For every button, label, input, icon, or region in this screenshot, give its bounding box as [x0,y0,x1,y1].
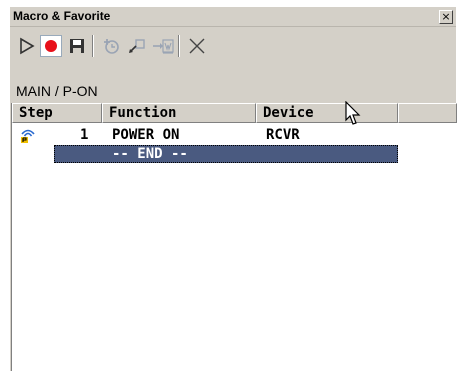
save-icon [70,39,84,53]
mouse-cursor-icon [345,101,361,125]
column-header-step[interactable]: Step [12,103,102,123]
column-header-empty [398,103,457,123]
insert-icon [129,39,145,53]
close-button[interactable]: × [439,10,453,24]
move-icon [153,39,174,54]
remote-signal-icon [20,127,36,148]
table-header: Step Function Device [12,103,457,123]
window-title: Macro & Favorite [13,9,111,23]
delete-icon [189,38,205,54]
record-icon [45,40,57,52]
delete-button[interactable] [186,35,208,57]
record-button[interactable] [40,35,62,57]
toolbar [10,27,456,63]
toolbar-separator [92,35,94,57]
step-number: 1 [80,127,89,143]
toolbar-separator [178,35,180,57]
macro-path: MAIN / P-ON [16,83,98,99]
column-header-function[interactable]: Function [102,103,256,123]
end-marker-label: -- END -- [112,146,188,162]
save-button[interactable] [66,35,88,57]
play-button[interactable] [16,35,38,57]
device-cell: RCVR [266,127,300,143]
function-cell: POWER ON [112,127,180,143]
play-icon [20,37,35,55]
end-marker-row[interactable]: -- END -- [54,145,398,163]
add-step-button[interactable] [100,35,122,57]
macro-step-table: Step Function Device 1 POWER ON RCVR -- … [11,103,457,371]
move-button[interactable] [152,35,174,57]
add-step-icon [104,39,119,54]
table-row[interactable]: 1 POWER ON RCVR [12,126,457,144]
insert-button[interactable] [126,35,148,57]
title-bar: Macro & Favorite × [10,7,456,27]
column-header-device[interactable]: Device [256,103,398,123]
